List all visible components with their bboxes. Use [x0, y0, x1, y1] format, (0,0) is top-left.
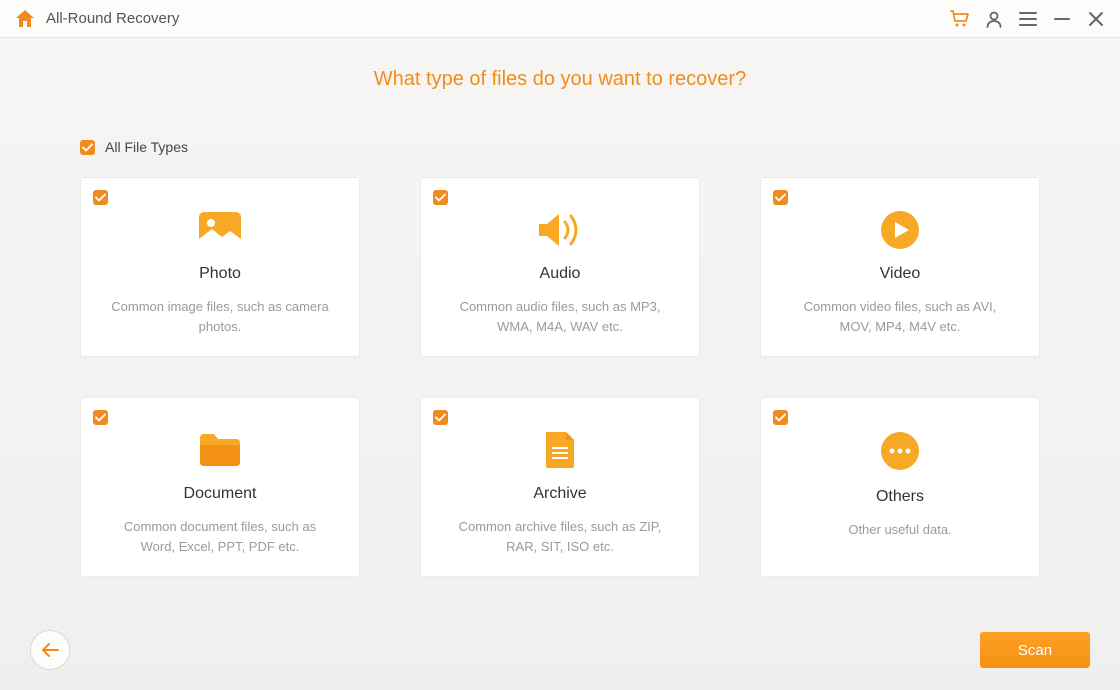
card-document[interactable]: Document Common document files, such as … [80, 397, 360, 577]
close-icon[interactable] [1086, 9, 1106, 29]
title-right [950, 9, 1106, 29]
card-archive[interactable]: Archive Common archive files, such as ZI… [420, 397, 700, 577]
card-photo-title: Photo [199, 265, 241, 283]
page-heading: What type of files do you want to recove… [80, 68, 1040, 91]
card-archive-title: Archive [533, 485, 586, 503]
card-document-desc: Common document files, such as Word, Exc… [110, 517, 330, 556]
archive-file-icon [544, 428, 576, 471]
user-icon[interactable] [984, 9, 1004, 29]
card-audio-desc: Common audio files, such as MP3, WMA, M4… [450, 297, 670, 336]
all-file-types-label: All File Types [105, 139, 188, 155]
video-icon [880, 208, 920, 251]
card-document-checkbox[interactable] [93, 410, 108, 425]
audio-icon [537, 208, 583, 251]
all-file-types-row: All File Types [80, 139, 1040, 155]
card-archive-desc: Common archive files, such as ZIP, RAR, … [450, 517, 670, 556]
main-content: What type of files do you want to recove… [0, 38, 1120, 577]
card-video[interactable]: Video Common video files, such as AVI, M… [760, 177, 1040, 357]
card-video-desc: Common video files, such as AVI, MOV, MP… [790, 297, 1010, 336]
card-others-desc: Other useful data. [848, 520, 951, 540]
photo-icon [198, 208, 242, 251]
cart-icon[interactable] [950, 9, 970, 29]
card-audio[interactable]: Audio Common audio files, such as MP3, W… [420, 177, 700, 357]
footer: Scan [0, 630, 1120, 670]
card-photo-desc: Common image files, such as camera photo… [110, 297, 330, 336]
card-others-checkbox[interactable] [773, 410, 788, 425]
card-video-checkbox[interactable] [773, 190, 788, 205]
back-button[interactable] [30, 630, 70, 670]
card-audio-title: Audio [540, 265, 581, 283]
app-title: All-Round Recovery [46, 10, 179, 27]
card-others[interactable]: Others Other useful data. [760, 397, 1040, 577]
card-photo-checkbox[interactable] [93, 190, 108, 205]
ellipsis-circle-icon [880, 428, 920, 474]
card-document-title: Document [184, 485, 257, 503]
title-left: All-Round Recovery [14, 9, 179, 29]
home-icon[interactable] [14, 9, 36, 29]
all-file-types-checkbox[interactable] [80, 140, 95, 155]
menu-icon[interactable] [1018, 9, 1038, 29]
card-archive-checkbox[interactable] [433, 410, 448, 425]
folder-icon [198, 428, 242, 471]
card-audio-checkbox[interactable] [433, 190, 448, 205]
cards-grid: Photo Common image files, such as camera… [80, 177, 1040, 577]
card-video-title: Video [880, 265, 921, 283]
minimize-icon[interactable] [1052, 9, 1072, 29]
card-others-title: Others [876, 488, 924, 506]
scan-button[interactable]: Scan [980, 632, 1090, 668]
card-photo[interactable]: Photo Common image files, such as camera… [80, 177, 360, 357]
title-bar: All-Round Recovery [0, 0, 1120, 38]
